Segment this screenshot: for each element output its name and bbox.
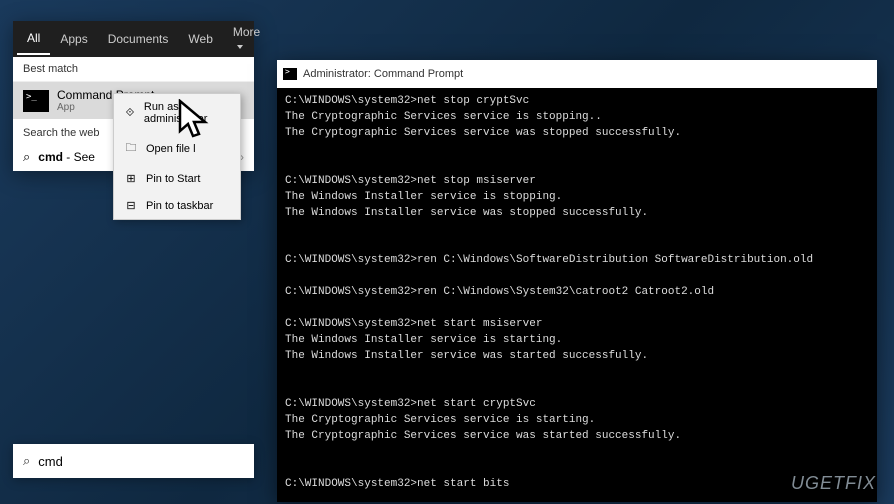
context-item-label: Run as administrator: [144, 101, 230, 125]
context-item-label: Pin to taskbar: [146, 200, 213, 212]
context-item-label: Pin to Start: [146, 173, 200, 185]
search-tabs: All Apps Documents Web More: [13, 21, 254, 57]
folder-icon: 🗀: [124, 139, 138, 158]
search-input-bar[interactable]: ⌕: [13, 444, 254, 478]
search-icon: ⌕: [23, 149, 30, 165]
cmd-output[interactable]: C:\WINDOWS\system32>net stop cryptSvc Th…: [277, 88, 877, 502]
context-run-as-admin[interactable]: ⟐ Run as administrator: [114, 94, 240, 132]
watermark: UGETFIX: [791, 473, 876, 494]
command-prompt-icon: [23, 90, 49, 112]
pin-start-icon: ⊞: [124, 172, 138, 185]
context-pin-to-taskbar[interactable]: ⊟ Pin to taskbar: [114, 192, 240, 219]
search-tab-apps[interactable]: Apps: [50, 24, 97, 54]
cmd-window: Administrator: Command Prompt C:\WINDOWS…: [277, 60, 877, 502]
cmd-icon: [283, 68, 297, 80]
context-item-label: Open file l: [146, 143, 196, 155]
search-tab-more[interactable]: More: [223, 17, 270, 61]
search-icon: ⌕: [23, 453, 30, 469]
admin-run-icon: ⟐: [124, 107, 136, 120]
context-open-file-location[interactable]: 🗀 Open file l: [114, 132, 240, 165]
context-menu: ⟐ Run as administrator 🗀 Open file l ⊞ P…: [113, 93, 241, 220]
best-match-header: Best match: [13, 57, 254, 82]
cmd-titlebar[interactable]: Administrator: Command Prompt: [277, 60, 877, 88]
search-tab-all[interactable]: All: [17, 23, 50, 55]
cmd-window-title: Administrator: Command Prompt: [303, 68, 463, 80]
web-result-text: cmd - See: [38, 150, 95, 164]
pin-taskbar-icon: ⊟: [124, 199, 138, 212]
chevron-down-icon: [237, 45, 243, 49]
search-tab-web[interactable]: Web: [178, 24, 222, 54]
search-tab-documents[interactable]: Documents: [98, 24, 179, 54]
context-pin-to-start[interactable]: ⊞ Pin to Start: [114, 165, 240, 192]
search-input[interactable]: [38, 454, 244, 469]
